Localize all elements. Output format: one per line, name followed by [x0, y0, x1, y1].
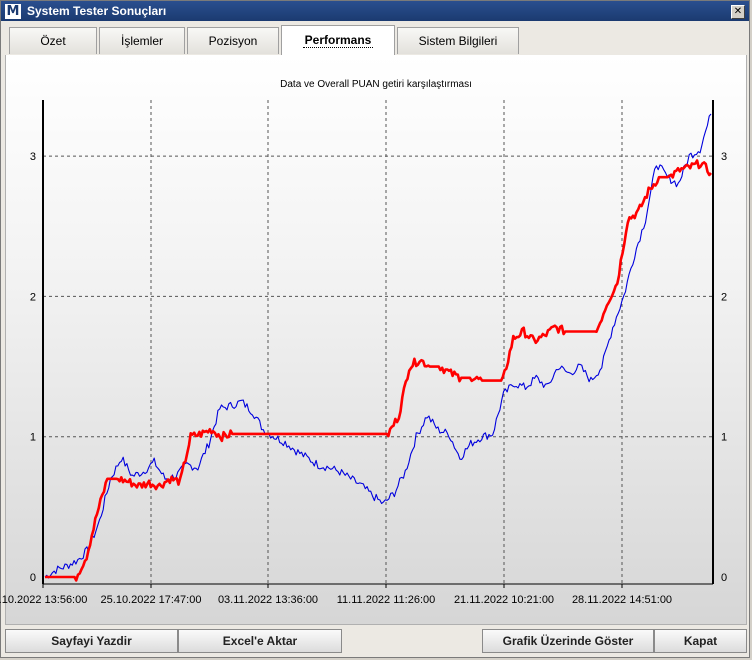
export-excel-button[interactable]: Excel'e Aktar	[178, 629, 342, 653]
x-tick-labels: .10.2022 13:56:00 25.10.2022 17:47:00 03.1…	[0, 594, 672, 606]
close-button[interactable]: Kapat	[654, 629, 747, 653]
chart-series	[44, 113, 712, 582]
y-tick-label-right: 3	[721, 151, 727, 163]
y-tick-label-right: 0	[721, 572, 727, 584]
show-on-chart-button[interactable]: Grafik Üzerinde Göster	[482, 629, 654, 653]
overall-puan-series-line	[45, 159, 712, 582]
print-button[interactable]: Sayfayi Yazdir	[5, 629, 178, 653]
chart-grid	[43, 100, 713, 584]
data-series-line	[44, 113, 712, 579]
y-tick-label-left: 3	[30, 151, 36, 163]
y-tick-label-left: 0	[30, 572, 36, 584]
x-tick-label: 28.11.2022 14:51:00	[572, 594, 672, 606]
y-tick-labels: 0 0 1 1 2 2 3 3	[30, 151, 727, 584]
chart-axes	[42, 100, 714, 588]
x-tick-label: 21.11.2022 10:21:00	[454, 594, 554, 606]
x-tick-label: 25.10.2022 17:47:00	[101, 594, 202, 606]
y-tick-label-right: 2	[721, 291, 727, 303]
performance-chart: 0 0 1 1 2 2 3 3 .10.2022 13:56:00 25.10.2022 17:…	[0, 100, 727, 606]
y-tick-label-right: 1	[721, 432, 727, 444]
x-tick-label: .10.2022 13:56:00	[0, 594, 87, 606]
x-tick-label: 11.11.2022 11:26:00	[337, 594, 435, 606]
y-tick-label-left: 2	[30, 291, 36, 303]
y-tick-label-left: 1	[30, 432, 36, 444]
x-tick-label: 03.11.2022 13:36:00	[218, 594, 318, 606]
